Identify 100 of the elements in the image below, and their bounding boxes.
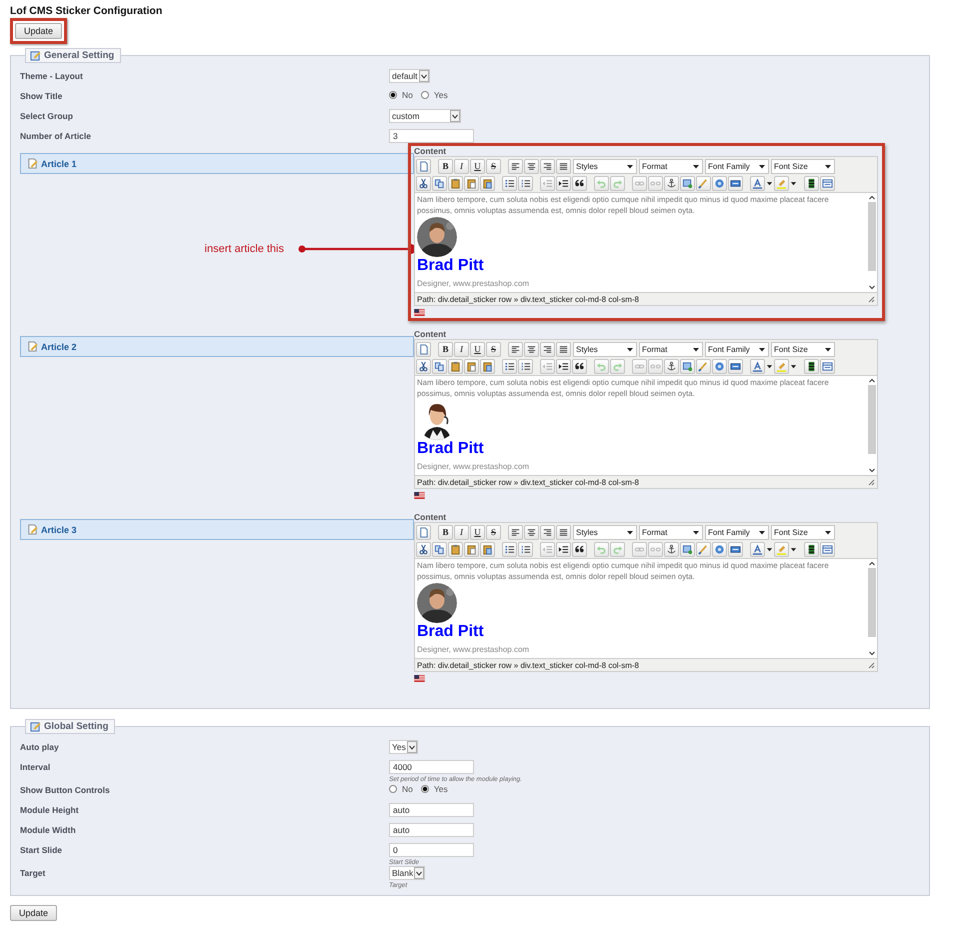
new-document-button[interactable]	[416, 158, 431, 174]
underline-button[interactable]: U	[470, 524, 485, 540]
text-field[interactable]: auto	[389, 823, 474, 837]
underline-button[interactable]: U	[470, 342, 485, 356]
resize-handle-icon[interactable]	[867, 295, 875, 303]
radio-button[interactable]	[389, 91, 397, 99]
toolbar-button[interactable]	[416, 542, 431, 556]
radio-button[interactable]	[389, 785, 397, 793]
select-field[interactable]: Blank	[389, 866, 426, 880]
toolbar-button[interactable]	[502, 542, 517, 556]
toolbar-button[interactable]	[518, 358, 533, 374]
toolbar-button[interactable]	[556, 542, 571, 556]
strikethrough-button[interactable]: S	[486, 158, 501, 174]
toolbar-button[interactable]	[518, 176, 533, 190]
toolbar-dropdown[interactable]: Styles	[573, 524, 637, 540]
toolbar-button[interactable]	[728, 542, 743, 556]
flag-icon[interactable]	[414, 309, 425, 316]
italic-button[interactable]: I	[454, 342, 469, 356]
toolbar-button[interactable]	[728, 176, 743, 190]
text-field[interactable]: 0	[389, 843, 474, 857]
toolbar-button[interactable]	[518, 542, 533, 556]
resize-handle-icon[interactable]	[867, 478, 875, 486]
toolbar-button[interactable]	[556, 358, 571, 374]
toolbar-dropdown[interactable]: Format	[639, 524, 703, 540]
scroll-up-icon[interactable]	[868, 376, 876, 385]
italic-button[interactable]: I	[454, 524, 469, 540]
toolbar-button[interactable]	[508, 342, 523, 356]
flag-icon[interactable]	[414, 675, 425, 682]
select-field[interactable]: custom	[389, 109, 461, 123]
scroll-down-icon[interactable]	[868, 649, 876, 658]
toolbar-button[interactable]	[556, 176, 571, 190]
toolbar-button[interactable]	[664, 542, 679, 556]
toolbar-button[interactable]	[524, 342, 539, 356]
toolbar-button[interactable]	[502, 358, 517, 374]
toolbar-button[interactable]	[556, 158, 571, 174]
toolbar-button[interactable]	[508, 158, 523, 174]
toolbar-button[interactable]	[804, 542, 819, 556]
select-field[interactable]: Yes	[389, 740, 418, 754]
toolbar-dropdown[interactable]: Font Size	[771, 158, 835, 174]
scroll-up-icon[interactable]	[868, 559, 876, 568]
align-justify-icon	[558, 526, 569, 538]
toolbar-button[interactable]	[804, 176, 819, 190]
toolbar-button[interactable]	[664, 176, 679, 190]
toolbar-dropdown[interactable]: Format	[639, 158, 703, 174]
toolbar-dropdown[interactable]: Font Size	[771, 524, 835, 540]
editor-label: Content	[414, 146, 448, 156]
bold-button[interactable]: B	[438, 342, 453, 356]
toolbar-button[interactable]	[572, 358, 587, 374]
toolbar-button[interactable]	[728, 358, 743, 374]
help-icon	[714, 178, 725, 188]
scroll-down-icon[interactable]	[868, 283, 876, 292]
update-button[interactable]: Update	[10, 905, 58, 921]
text-field[interactable]: 4000	[389, 760, 474, 774]
toolbar-button[interactable]	[502, 176, 517, 190]
article-title: Article 1	[41, 158, 77, 168]
scrollbar[interactable]	[867, 193, 877, 292]
text-field[interactable]: 3	[389, 129, 474, 143]
toolbar-button[interactable]	[416, 358, 431, 374]
toolbar-button[interactable]	[556, 342, 571, 356]
bold-button[interactable]: B	[438, 524, 453, 540]
toolbar-button[interactable]	[572, 176, 587, 190]
toolbar-button[interactable]	[540, 524, 555, 540]
article-header[interactable]: Article 3	[20, 519, 414, 540]
bold-button[interactable]: B	[438, 158, 453, 174]
scroll-up-icon[interactable]	[868, 193, 876, 202]
toolbar-button[interactable]	[540, 158, 555, 174]
toolbar-dropdown[interactable]: Styles	[573, 158, 637, 174]
text-field[interactable]: auto	[389, 803, 474, 817]
italic-button[interactable]: I	[454, 158, 469, 174]
resize-handle-icon[interactable]	[867, 661, 875, 669]
toolbar-button[interactable]	[508, 524, 523, 540]
new-document-button[interactable]	[416, 342, 431, 356]
radio-button[interactable]	[420, 785, 429, 793]
underline-button[interactable]: U	[470, 158, 485, 174]
select-field[interactable]: default	[389, 69, 430, 83]
article-header[interactable]: Article 2	[20, 336, 414, 357]
radio-button[interactable]	[420, 91, 429, 99]
toolbar-button[interactable]	[524, 158, 539, 174]
toolbar-dropdown[interactable]: Font Family	[705, 342, 769, 356]
toolbar-dropdown[interactable]: Font Family	[705, 524, 769, 540]
toolbar-button[interactable]	[664, 358, 679, 374]
article-header[interactable]: Article 1	[20, 153, 414, 174]
flag-icon[interactable]	[414, 492, 425, 499]
scrollbar[interactable]	[867, 559, 877, 658]
update-button[interactable]: Update	[15, 23, 62, 39]
strikethrough-button[interactable]: S	[486, 524, 501, 540]
toolbar-button[interactable]	[804, 358, 819, 374]
toolbar-button[interactable]	[540, 342, 555, 356]
toolbar-button[interactable]	[416, 176, 431, 190]
strikethrough-button[interactable]: S	[486, 342, 501, 356]
new-document-button[interactable]	[416, 524, 431, 540]
toolbar-button[interactable]	[556, 524, 571, 540]
toolbar-dropdown[interactable]: Format	[639, 342, 703, 356]
toolbar-dropdown[interactable]: Font Size	[771, 342, 835, 356]
toolbar-button[interactable]	[524, 524, 539, 540]
scroll-down-icon[interactable]	[868, 466, 876, 475]
toolbar-dropdown[interactable]: Styles	[573, 342, 637, 356]
toolbar-button[interactable]	[572, 542, 587, 556]
toolbar-dropdown[interactable]: Font Family	[705, 158, 769, 174]
scrollbar[interactable]	[867, 376, 877, 475]
